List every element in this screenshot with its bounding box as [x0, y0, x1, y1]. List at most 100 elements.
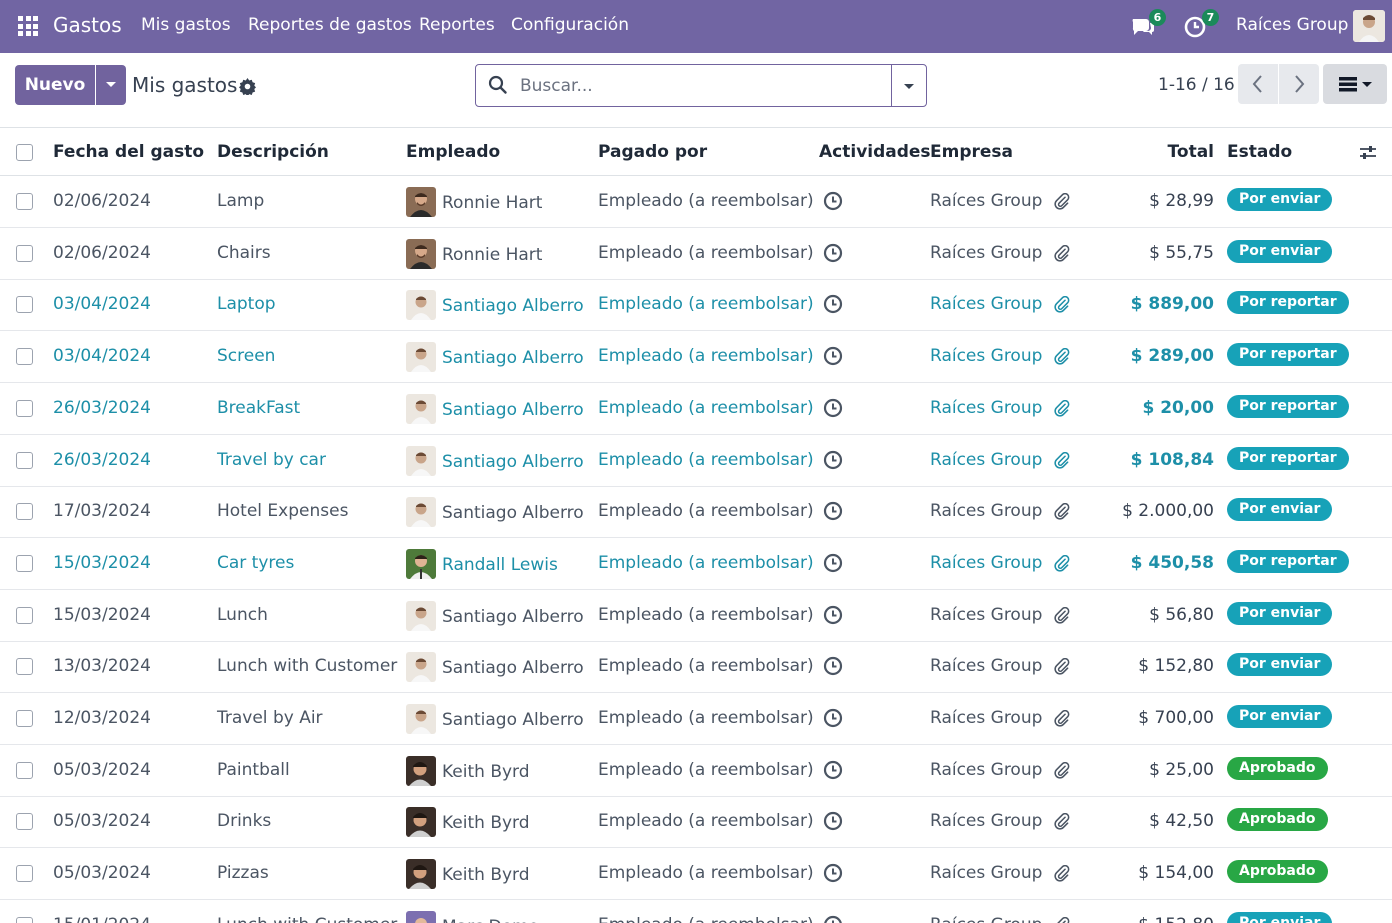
row-checkbox[interactable] — [16, 451, 33, 469]
employee-name[interactable]: Santiago Alberro — [442, 452, 584, 472]
attachment-paperclip-icon[interactable] — [1054, 554, 1071, 572]
pager-value[interactable]: 1-16 / 16 — [1158, 75, 1235, 95]
row-checkbox[interactable] — [16, 244, 33, 262]
col-total[interactable]: Total — [1168, 142, 1214, 162]
new-dropdown-toggle[interactable] — [96, 65, 126, 105]
select-all-checkbox[interactable] — [16, 144, 33, 161]
list-view-switcher[interactable] — [1323, 64, 1387, 104]
table-row[interactable]: 05/03/2024 Paintball Keith Byrd Empleado (a… — [0, 745, 1392, 797]
table-row[interactable]: 26/03/2024 BreakFast Santiago Alberro Emple… — [0, 383, 1392, 435]
company-switcher[interactable]: Raíces Group — [1236, 15, 1348, 35]
table-row[interactable]: 12/03/2024 Travel by Air Santiago Alberro E… — [0, 693, 1392, 745]
employee-name[interactable]: Keith Byrd — [442, 813, 530, 833]
attachment-paperclip-icon[interactable] — [1054, 296, 1071, 313]
employee-name[interactable]: Ronnie Hart — [442, 193, 542, 213]
search-input[interactable] — [520, 65, 880, 106]
attachment-paperclip-icon[interactable] — [1054, 864, 1071, 882]
pager-previous-button[interactable] — [1238, 64, 1278, 104]
attachment-paperclip-icon[interactable] — [1054, 709, 1071, 727]
employee-name[interactable]: Santiago Alberro — [442, 710, 584, 730]
employee-name[interactable]: Marc Demo — [442, 917, 539, 923]
row-checkbox[interactable] — [16, 503, 33, 521]
attachment-paperclip-icon[interactable] — [1054, 813, 1071, 830]
col-estado[interactable]: Estado — [1227, 142, 1292, 162]
table-row[interactable]: 05/03/2024 Drinks Keith Byrd Empleado (a re… — [0, 796, 1392, 849]
col-descripcion[interactable]: Descripción — [217, 142, 329, 162]
table-row[interactable]: 15/01/2024 Lunch with Customer Marc Demo Em… — [0, 900, 1392, 923]
row-checkbox[interactable] — [16, 761, 33, 779]
activity-clock-icon[interactable] — [823, 863, 843, 883]
row-checkbox[interactable] — [16, 865, 33, 883]
app-brand[interactable]: Gastos — [53, 13, 122, 37]
activity-clock-icon[interactable] — [823, 501, 843, 521]
row-checkbox[interactable] — [16, 658, 33, 676]
attachment-paperclip-icon[interactable] — [1054, 503, 1071, 520]
col-empresa[interactable]: Empresa — [930, 142, 1013, 162]
activity-clock-icon[interactable] — [823, 605, 843, 625]
employee-name[interactable]: Santiago Alberro — [442, 400, 584, 420]
row-checkbox[interactable] — [16, 193, 33, 210]
col-fecha-del-gasto[interactable]: Fecha del gasto — [53, 142, 204, 162]
menu-reportes[interactable]: Reportes — [419, 15, 495, 35]
table-row[interactable]: 02/06/2024 Chairs Ronnie Hart Empleado (a r… — [0, 228, 1392, 280]
activity-clock-icon[interactable] — [823, 915, 843, 923]
attachment-paperclip-icon[interactable] — [1054, 658, 1071, 675]
row-checkbox[interactable] — [16, 813, 33, 831]
col-actividades[interactable]: Actividades — [819, 142, 931, 162]
activity-clock-icon[interactable] — [823, 760, 843, 780]
menu-mis-gastos[interactable]: Mis gastos — [141, 15, 231, 35]
apps-grid-icon[interactable] — [18, 16, 38, 36]
table-row[interactable]: 05/03/2024 Pizzas Keith Byrd Empleado (a re… — [0, 848, 1392, 901]
employee-name[interactable]: Keith Byrd — [442, 865, 530, 885]
activity-clock-icon[interactable] — [823, 191, 843, 211]
row-checkbox[interactable] — [16, 606, 33, 624]
row-checkbox[interactable] — [16, 554, 33, 572]
employee-name[interactable]: Santiago Alberro — [442, 348, 584, 368]
activity-clock-icon[interactable] — [823, 553, 843, 573]
activity-clock-icon[interactable] — [823, 243, 843, 263]
employee-name[interactable]: Randall Lewis — [442, 555, 558, 575]
attachment-paperclip-icon[interactable] — [1054, 244, 1071, 262]
new-button[interactable]: Nuevo — [15, 65, 95, 105]
attachment-paperclip-icon[interactable] — [1054, 451, 1071, 469]
menu-configuracion[interactable]: Configuración — [511, 15, 629, 35]
table-row[interactable]: 17/03/2024 Hotel Expenses Santiago Alberro… — [0, 486, 1392, 539]
attachment-paperclip-icon[interactable] — [1054, 606, 1071, 624]
row-checkbox[interactable] — [16, 399, 33, 417]
activities-clock-icon[interactable]: 7 — [1183, 9, 1219, 41]
user-avatar[interactable] — [1353, 10, 1385, 42]
activity-clock-icon[interactable] — [823, 708, 843, 728]
table-row[interactable]: 15/03/2024 Lunch Santiago Alberro Empleado … — [0, 590, 1392, 642]
employee-name[interactable]: Santiago Alberro — [442, 296, 584, 316]
activity-clock-icon[interactable] — [823, 294, 843, 314]
table-row[interactable]: 03/04/2024 Screen Santiago Alberro Empleado… — [0, 331, 1392, 384]
col-empleado[interactable]: Empleado — [406, 142, 500, 162]
table-row[interactable]: 02/06/2024 Lamp Ronnie Hart Empleado (a ree… — [0, 176, 1392, 228]
attachment-paperclip-icon[interactable] — [1054, 916, 1071, 923]
attachment-paperclip-icon[interactable] — [1054, 347, 1071, 365]
employee-name[interactable]: Ronnie Hart — [442, 245, 542, 265]
attachment-paperclip-icon[interactable] — [1054, 192, 1071, 210]
table-row[interactable]: 26/03/2024 Travel by car Santiago Alberro E… — [0, 435, 1392, 487]
row-checkbox[interactable] — [16, 916, 33, 923]
employee-name[interactable]: Santiago Alberro — [442, 503, 584, 523]
gear-icon[interactable] — [239, 78, 256, 97]
chat-icon[interactable]: 6 — [1130, 9, 1166, 41]
row-checkbox[interactable] — [16, 296, 33, 314]
table-row[interactable]: 15/03/2024 Car tyres Randall Lewis Empleado… — [0, 538, 1392, 590]
column-options-icon[interactable] — [1359, 144, 1377, 162]
employee-name[interactable]: Santiago Alberro — [442, 658, 584, 678]
menu-reportes-de-gastos[interactable]: Reportes de gastos — [248, 15, 412, 35]
pager-next-button[interactable] — [1279, 64, 1319, 104]
activity-clock-icon[interactable] — [823, 656, 843, 676]
col-pagado-por[interactable]: Pagado por — [598, 142, 707, 162]
search-options-toggle[interactable] — [891, 64, 927, 107]
activity-clock-icon[interactable] — [823, 450, 843, 470]
row-checkbox[interactable] — [16, 710, 33, 727]
table-row[interactable]: 13/03/2024 Lunch with Customer Santiago Al… — [0, 641, 1392, 694]
attachment-paperclip-icon[interactable] — [1054, 761, 1071, 779]
activity-clock-icon[interactable] — [823, 811, 843, 831]
row-checkbox[interactable] — [16, 348, 33, 366]
activity-clock-icon[interactable] — [823, 346, 843, 366]
activity-clock-icon[interactable] — [823, 398, 843, 418]
